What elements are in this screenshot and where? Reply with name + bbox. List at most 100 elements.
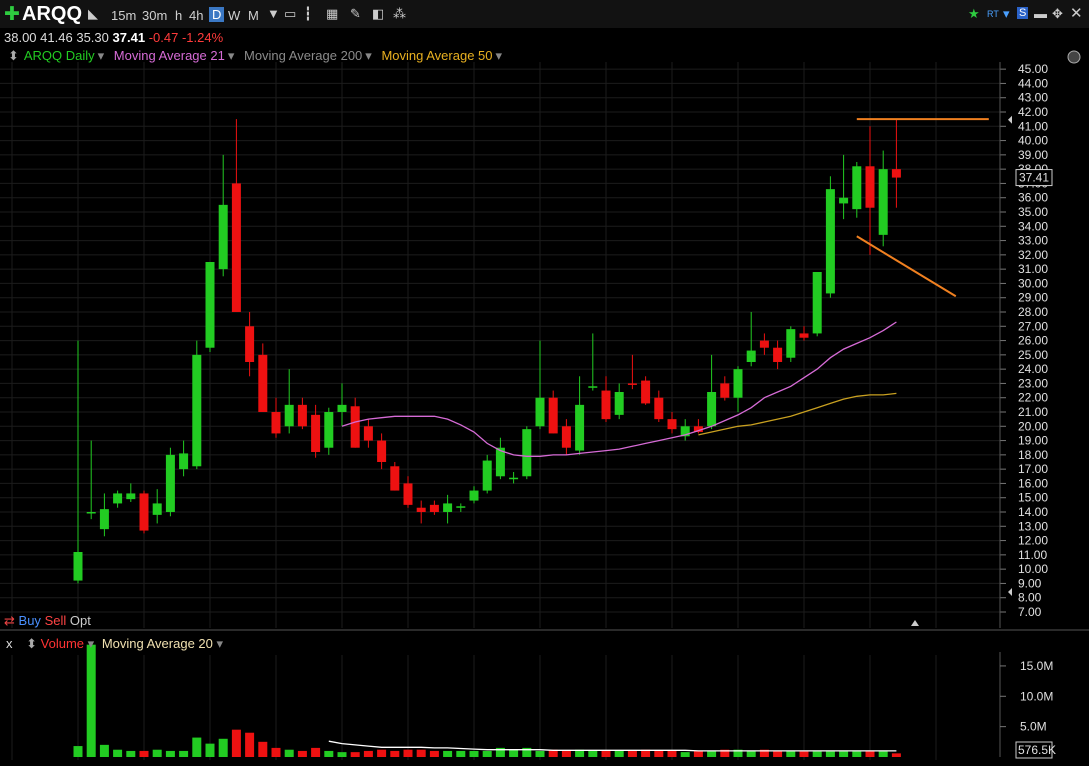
legend-ma50[interactable]: Moving Average 50 [381,48,492,63]
low-marker-icon [1008,588,1012,596]
share-icon[interactable]: ⁂ [393,6,406,22]
megaphone-icon[interactable]: ◣ [88,6,98,22]
candle [495,437,505,480]
volume-dropdown-icon[interactable]: ▾ [88,636,95,651]
volume-ma-label[interactable]: Moving Average 20 [102,636,213,651]
timeframe-w[interactable]: W [228,8,240,23]
candle-body [588,386,598,388]
high-marker-icon [1008,115,1012,124]
candle [218,154,228,277]
candle [852,162,862,218]
legend-main[interactable]: ARQQ Daily [24,48,95,63]
volume-bar [86,644,96,757]
trade-icon[interactable]: ⇄ [4,613,15,628]
legend-ma200-dropdown-icon[interactable]: ▾ [365,48,372,63]
reorder-icon[interactable]: ⬍ [8,48,19,63]
settings-s-icon[interactable]: S [1017,7,1029,19]
candle-body [139,493,149,531]
symbol-title[interactable]: ARQQ [22,3,82,26]
candle-body [654,397,664,420]
panel-divider [0,629,1089,631]
candle-body [773,347,783,362]
candle-body [575,404,585,451]
y-tick-label: 25.00 [1018,348,1048,362]
candle [720,376,730,401]
add-symbol-icon[interactable]: ✚ [4,3,20,26]
volume-bar [179,750,189,757]
candle [707,354,717,430]
volume-bar [416,749,426,757]
candle [311,404,321,458]
timeframe-4h[interactable]: 4h [189,8,203,23]
candle [482,454,492,494]
volume-tick-label: 5.0M [1020,720,1047,734]
y-tick-label: 11.00 [1018,548,1047,562]
volume-bar [469,750,479,757]
timeframe-dropdown-icon[interactable]: ▼ [267,6,280,21]
candle-body [377,440,387,462]
y-tick-label: 34.00 [1018,219,1048,233]
volume-bar [152,749,162,757]
volume-bar [891,753,901,757]
ma50-line [698,392,897,436]
candle [152,489,162,524]
candle [165,447,175,517]
timeframe-15m[interactable]: 15m [111,8,136,23]
candle [139,490,149,534]
candle-body [258,354,268,412]
candle [86,440,96,520]
scroll-marker-icon [911,620,919,626]
candle-body [627,383,637,385]
timeframe-m[interactable]: M [248,8,259,23]
candle [429,500,439,515]
indicators-icon[interactable]: ▦ [326,6,338,22]
legend-ma50-dropdown-icon[interactable]: ▾ [496,48,503,63]
scan-icon[interactable]: ▾ [1003,6,1010,22]
legend-ma21[interactable]: Moving Average 21 [114,48,225,63]
volume-ma-dropdown-icon[interactable]: ▾ [217,636,224,651]
candle-body [548,397,558,434]
y-tick-label: 43.00 [1018,91,1048,105]
candle [443,494,453,524]
draw-icon[interactable]: ✎ [350,6,361,22]
sell-button[interactable]: Sell [45,613,67,628]
candle-body [522,429,532,477]
last-price-label: 37.41 [1019,171,1049,185]
volume-bar [139,750,149,757]
timeframe-h[interactable]: h [175,8,182,23]
candle [812,272,822,337]
candle [548,390,558,434]
legend-ma200[interactable]: Moving Average 200 [244,48,362,63]
y-tick-label: 26.00 [1018,334,1048,348]
legend-ma21-dropdown-icon[interactable]: ▾ [228,48,235,63]
y-tick-label: 41.00 [1018,119,1048,133]
volume-label[interactable]: Volume [41,636,84,651]
volume-close-button[interactable]: x [6,636,13,651]
move-icon[interactable]: ✥ [1052,6,1063,22]
legend-main-dropdown-icon[interactable]: ▾ [98,48,105,63]
realtime-icon[interactable]: RT [987,9,999,19]
candle-body [746,350,756,362]
y-tick-label: 9.00 [1018,576,1042,590]
timeframe-d[interactable]: D [209,7,225,22]
bar-style-icon[interactable]: ┇ [304,6,312,22]
volume-reorder-icon[interactable]: ⬍ [26,636,37,651]
close-icon[interactable]: ✕ [1070,4,1083,22]
candle [786,326,796,362]
volume-bar [443,750,453,757]
watchlist-star-icon[interactable]: ★ [968,6,980,22]
volume-bar [390,750,400,757]
y-tick-label: 23.00 [1018,376,1048,390]
candle-body [271,412,281,434]
y-tick-label: 30.00 [1018,276,1048,290]
template-icon[interactable]: ◧ [372,6,384,22]
palette-icon [1067,50,1081,64]
buy-button[interactable]: Buy [19,613,41,628]
opt-button[interactable]: Opt [70,613,91,628]
volume-bar [839,751,849,757]
volume-bar [284,749,294,757]
chart-type-icon[interactable]: ▭ [284,6,296,22]
y-tick-label: 33.00 [1018,234,1048,248]
save-icon[interactable]: ▬ [1034,6,1047,21]
timeframe-30m[interactable]: 30m [142,8,167,23]
